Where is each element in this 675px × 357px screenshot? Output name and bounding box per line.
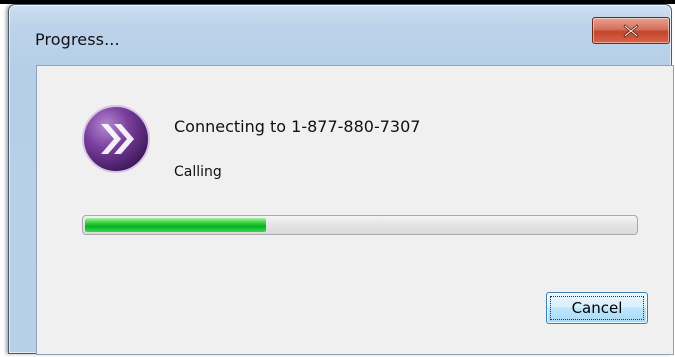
progress-fill xyxy=(85,218,266,232)
progress-bar xyxy=(82,215,638,235)
window-title: Progress... xyxy=(35,30,120,49)
progress-dialog-window: Progress... Connecting to 1-877-880-7307… xyxy=(8,4,674,355)
connection-status-text: Connecting to 1-877-880-7307 xyxy=(174,117,421,136)
call-status-text: Calling xyxy=(174,164,222,180)
app-logo-icon xyxy=(82,105,150,173)
screen: Progress... Connecting to 1-877-880-7307… xyxy=(0,0,675,357)
cancel-button-label: Cancel xyxy=(571,299,623,317)
close-button[interactable] xyxy=(592,17,670,44)
dialog-content: Connecting to 1-877-880-7307 Calling Can… xyxy=(36,65,674,355)
cancel-button[interactable]: Cancel xyxy=(546,292,648,324)
close-icon xyxy=(623,23,639,38)
